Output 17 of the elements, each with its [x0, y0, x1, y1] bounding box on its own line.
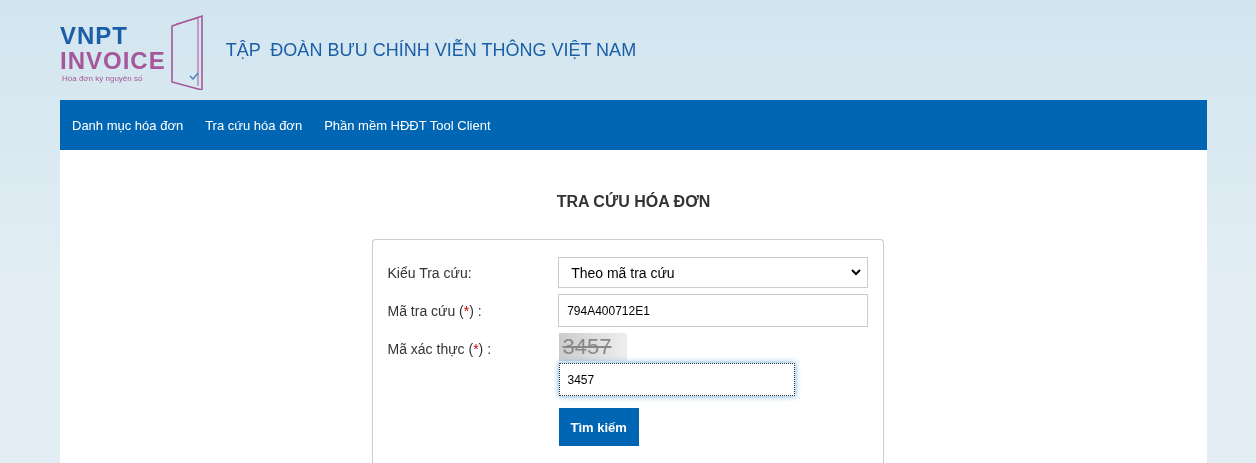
field-label: Kiểu Tra cứu: — [387, 264, 473, 281]
captcha-image: 3457 — [558, 333, 628, 361]
organization-name: TẬP ĐOÀN BƯU CHÍNH VIỄN THÔNG VIỆT NAM — [225, 39, 637, 61]
field-label: Mã xác thực (*) : — [387, 341, 493, 357]
nav-link[interactable]: Phần mềm HĐĐT Tool Client — [324, 117, 491, 133]
search-button[interactable]: Tìm kiếm — [558, 408, 639, 446]
logo-wordmark: INVOICE — [60, 48, 166, 74]
nav-link[interactable]: Danh mục hóa đơn — [72, 117, 184, 133]
page-title: TRA CỨU HÓA ĐƠN — [556, 193, 711, 211]
lookup-code-field[interactable]: 794A400712E1 — [558, 294, 868, 327]
logo-wordmark: VNPT — [60, 24, 129, 48]
captcha-field[interactable]: 3457 — [558, 363, 795, 396]
field-label: Mã tra cứu (*) : — [387, 302, 483, 319]
logo-tagline: Hóa đơn kỷ nguyên số — [62, 74, 144, 83]
nav-link[interactable]: Tra cứu hóa đơn — [205, 117, 303, 133]
lookup-type-dropdown[interactable]: Theo mã tra cứu — [558, 257, 868, 288]
chevron-down-icon — [850, 269, 861, 276]
